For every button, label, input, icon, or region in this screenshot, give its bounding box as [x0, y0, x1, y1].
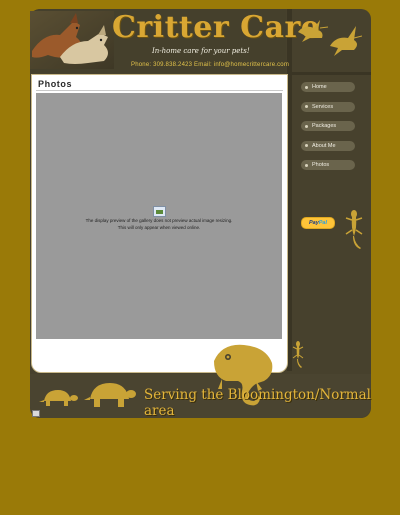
- gecko-icon: [345, 210, 363, 249]
- nav-item-packages[interactable]: Packages: [301, 121, 355, 131]
- page-title: Photos: [38, 79, 73, 89]
- site-tagline: In-home care for your pets!: [152, 47, 250, 55]
- broken-image-icon: [32, 410, 40, 417]
- large-turtle-icon: [84, 383, 136, 407]
- gallery-preview-note: The display preview of the gallery does …: [36, 217, 282, 231]
- paypal-button[interactable]: PayPal: [301, 217, 335, 229]
- photo-gallery[interactable]: The display preview of the gallery does …: [36, 93, 282, 339]
- service-area-text: Serving the Bloomington/Normal area: [144, 387, 371, 419]
- dogs-photo: [30, 11, 114, 69]
- sidebar-divider: [292, 72, 371, 75]
- hummingbird-icon: [298, 20, 362, 56]
- nav-item-about-me[interactable]: About Me: [301, 140, 355, 151]
- gallery-note-line-1: The display preview of the gallery does …: [85, 218, 233, 223]
- site-title[interactable]: Critter Care: [112, 10, 320, 45]
- nav-item-services[interactable]: Services: [301, 101, 355, 112]
- contact-info: Phone: 309.838.2423 Email: info@homecrit…: [131, 62, 290, 68]
- main-content-panel: Photos The display preview of the galler…: [31, 74, 288, 373]
- image-placeholder-icon: [153, 206, 166, 217]
- paypal-label-pay: Pay: [308, 220, 319, 226]
- gallery-note-line-2: This will only appear when viewed online…: [117, 225, 201, 230]
- paypal-label-pal: Pal: [318, 220, 328, 226]
- small-turtle-icon: [39, 390, 78, 406]
- small-gecko-icon: [292, 341, 304, 368]
- nav-item-photos[interactable]: Photos: [301, 160, 355, 170]
- nav-item-home[interactable]: Home: [301, 82, 355, 92]
- title-divider: [36, 90, 283, 91]
